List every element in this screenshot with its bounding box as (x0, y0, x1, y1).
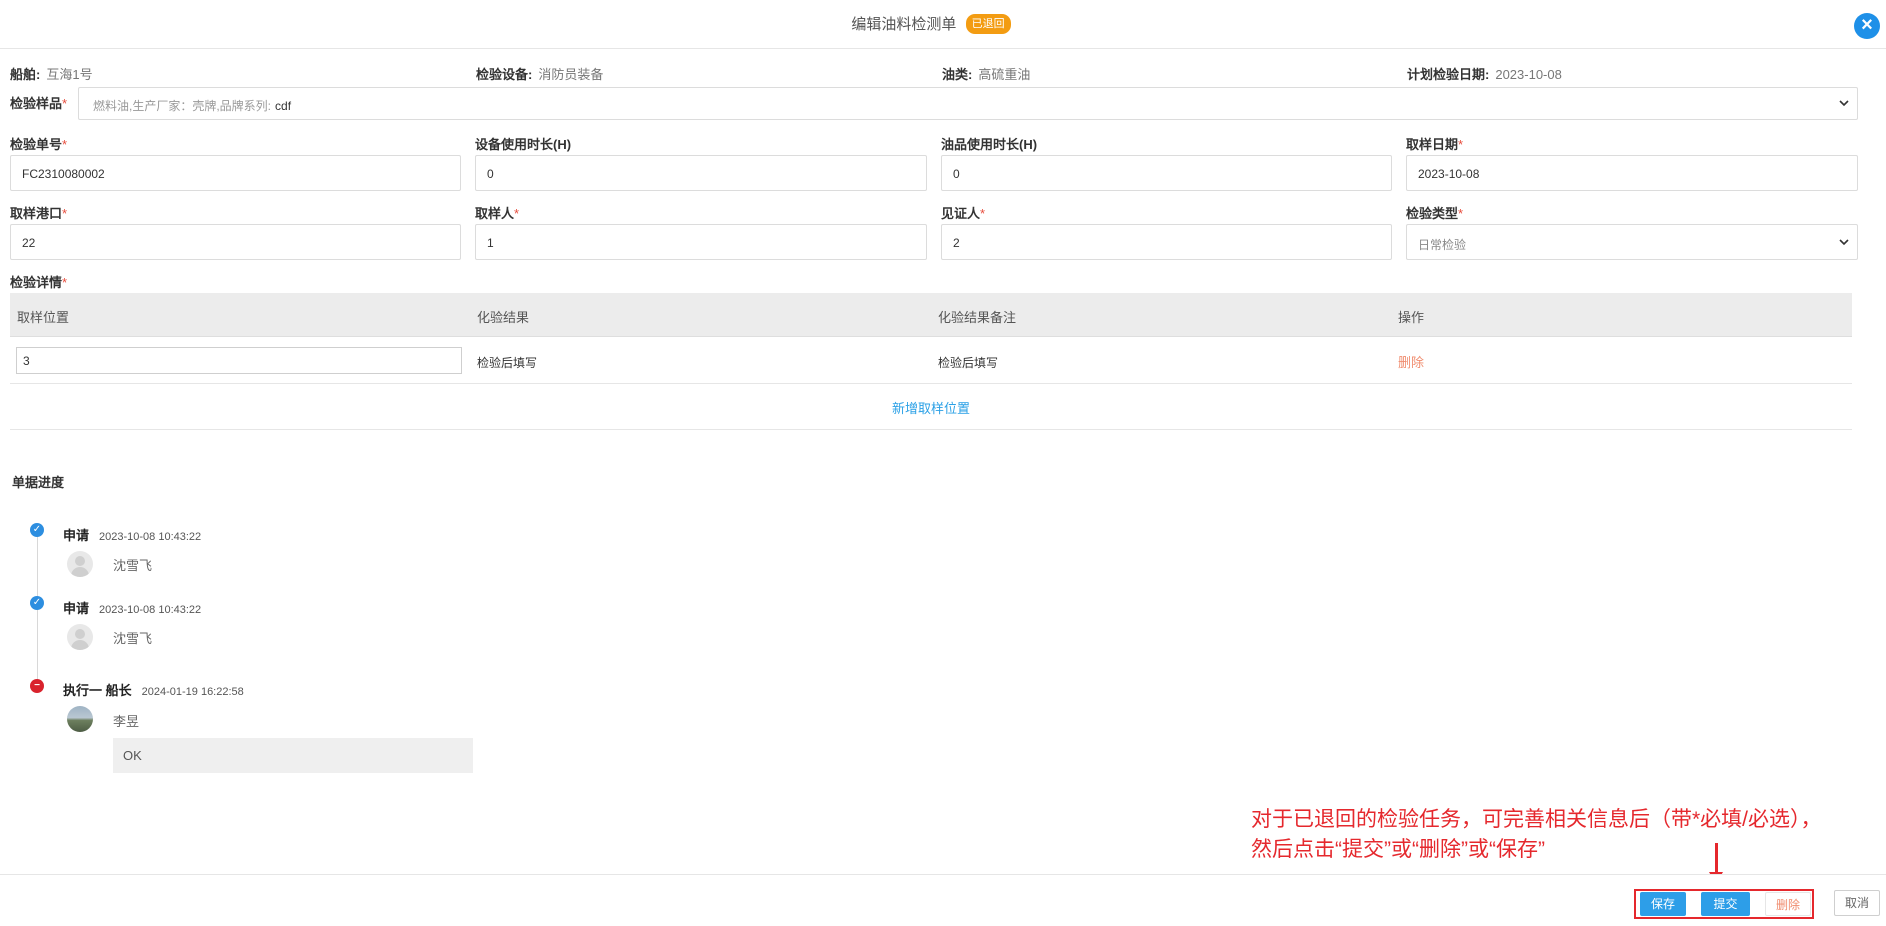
avatar (67, 551, 93, 577)
order-no-label: 检验单号* (10, 134, 67, 153)
delete-row-link[interactable]: 删除 (1398, 352, 1424, 371)
step-title-text: 申请 (63, 601, 90, 616)
inspect-type-value: 日常检验 (1418, 238, 1467, 252)
oil-hours-label: 油品使用时长(H) (941, 137, 1038, 152)
required-mark: * (1458, 137, 1464, 152)
equip-hours-label: 设备使用时长(H) (475, 137, 572, 152)
label-text: 取样港口 (10, 206, 63, 221)
sample-date-label: 取样日期* (1406, 134, 1463, 153)
info-value: 2023-10-08 (1495, 67, 1562, 82)
info-label: 油类: (942, 67, 973, 82)
sampler-label: 取样人* (475, 203, 519, 222)
label-text: 取样人 (475, 206, 515, 221)
info-oil-type: 油类: 高硫重油 (942, 64, 1030, 83)
info-plan-date: 计划检验日期: 2023-10-08 (1407, 64, 1562, 83)
equip-hours-input[interactable]: 0 (475, 155, 927, 191)
info-value: 高硫重油 (978, 67, 1031, 82)
table-row: 3 检验后填写 检验后填写 删除 (10, 337, 1852, 384)
chevron-down-icon (1839, 239, 1849, 246)
info-value: 互海1号 (46, 67, 93, 82)
column-header: 化验结果备注 (938, 310, 1017, 325)
label-text: 见证人 (941, 206, 981, 221)
witness-label: 见证人* (941, 203, 985, 222)
sample-port-input[interactable]: 22 (10, 224, 461, 260)
step-title: 申请 2023-10-08 10:43:22 (63, 525, 201, 544)
details-label: 检验详情* (10, 272, 67, 291)
dialog-header: 编辑油料检测单 已退回 × (0, 0, 1886, 49)
result-cell: 检验后填写 (477, 356, 538, 370)
step-title: 执行一 船长 2024-01-19 16:22:58 (63, 680, 244, 699)
info-row: 船舶: 互海1号 检验设备: 消防员装备 油类: 高硫重油 计划检验日期: 2023-1… (10, 64, 1870, 82)
label-text: 检验类型 (1406, 206, 1459, 221)
required-mark: * (62, 206, 68, 221)
cancel-button[interactable]: 取消 (1834, 890, 1880, 916)
check-icon: ✓ (30, 523, 44, 537)
details-table-header: 取样位置 化验结果 化验结果备注 操作 (10, 293, 1852, 337)
save-button[interactable]: 保存 (1640, 892, 1686, 916)
sample-placeholder: 燃料油,生产厂家：壳牌,品牌系列: (93, 99, 272, 113)
info-ship: 船舶: 互海1号 (10, 64, 93, 83)
info-label: 计划检验日期: (1407, 67, 1490, 82)
witness-input[interactable]: 2 (941, 224, 1392, 260)
minus-icon: − (30, 679, 44, 693)
info-label: 船舶: (10, 67, 41, 82)
step-user: 沈雪飞 (113, 631, 153, 646)
step-time: 2023-10-08 10:43:22 (99, 531, 202, 543)
arrow-down-icon (1715, 843, 1718, 875)
oil-hours-input[interactable]: 0 (941, 155, 1392, 191)
progress-title: 单据进度 (12, 475, 65, 490)
sample-date-input[interactable]: 2023-10-08 (1406, 155, 1858, 191)
step-title: 申请 2023-10-08 10:43:22 (63, 598, 201, 617)
step-title-text: 执行一 船长 (63, 683, 132, 698)
title-wrap: 编辑油料检测单 已退回 (0, 13, 1862, 34)
sampler-input[interactable]: 1 (475, 224, 927, 260)
add-row-area: 新增取样位置 (10, 384, 1852, 430)
step-time: 2024-01-19 16:22:58 (141, 686, 244, 698)
status-badge: 已退回 (965, 13, 1011, 34)
check-icon: ✓ (30, 596, 44, 610)
inspect-type-label: 检验类型* (1406, 203, 1463, 222)
close-icon[interactable]: × (1854, 13, 1880, 39)
dialog-title: 编辑油料检测单 (851, 16, 957, 33)
annotation-line: 对于已退回的检验任务，可完善相关信息后（带*必填/必选）， (1251, 808, 1822, 831)
inspect-type-select[interactable]: 日常检验 (1406, 224, 1858, 260)
submit-button[interactable]: 提交 (1701, 892, 1750, 916)
sample-label: 检验样品* (10, 93, 67, 112)
dialog-footer (0, 874, 1886, 926)
required-mark: * (514, 206, 520, 221)
info-label: 检验设备: (476, 67, 533, 82)
remark-cell: 检验后填写 (938, 356, 999, 370)
annotation-line: 然后点击“提交”或“删除”或“保存” (1251, 838, 1545, 861)
info-value: 消防员装备 (538, 67, 604, 82)
delete-button[interactable]: 删除 (1765, 892, 1811, 916)
step-comment: OK (113, 738, 473, 773)
column-header: 操作 (1398, 310, 1425, 325)
annotation-text: 对于已退回的检验任务，可完善相关信息后（带*必填/必选）， 然后点击“提交”或“… (1251, 805, 1822, 865)
sample-port-label: 取样港口* (10, 203, 67, 222)
step-time: 2023-10-08 10:43:22 (99, 604, 202, 616)
required-mark: * (62, 137, 68, 152)
label-text: 检验单号 (10, 137, 63, 152)
column-header: 取样位置 (17, 310, 70, 325)
label-text: 取样日期 (1406, 137, 1459, 152)
sample-label-text: 检验样品 (10, 96, 63, 111)
order-no-input[interactable]: FC2310080002 (10, 155, 461, 191)
sample-position-input[interactable]: 3 (16, 347, 462, 374)
required-mark: * (62, 275, 68, 290)
step-title-text: 申请 (63, 528, 90, 543)
required-mark: * (62, 96, 68, 111)
sample-select[interactable]: 燃料油,生产厂家：壳牌,品牌系列: cdf (78, 87, 1858, 120)
step-user: 李昱 (113, 714, 140, 729)
label-text: 检验详情 (10, 275, 63, 290)
avatar (67, 706, 93, 732)
avatar (67, 624, 93, 650)
required-mark: * (980, 206, 986, 221)
required-mark: * (1458, 206, 1464, 221)
chevron-down-icon (1839, 100, 1849, 107)
add-sample-position-link[interactable]: 新增取样位置 (892, 401, 970, 416)
column-header: 化验结果 (477, 310, 530, 325)
info-equipment: 检验设备: 消防员装备 (476, 64, 603, 83)
sample-value: cdf (275, 99, 292, 113)
step-user: 沈雪飞 (113, 558, 153, 573)
